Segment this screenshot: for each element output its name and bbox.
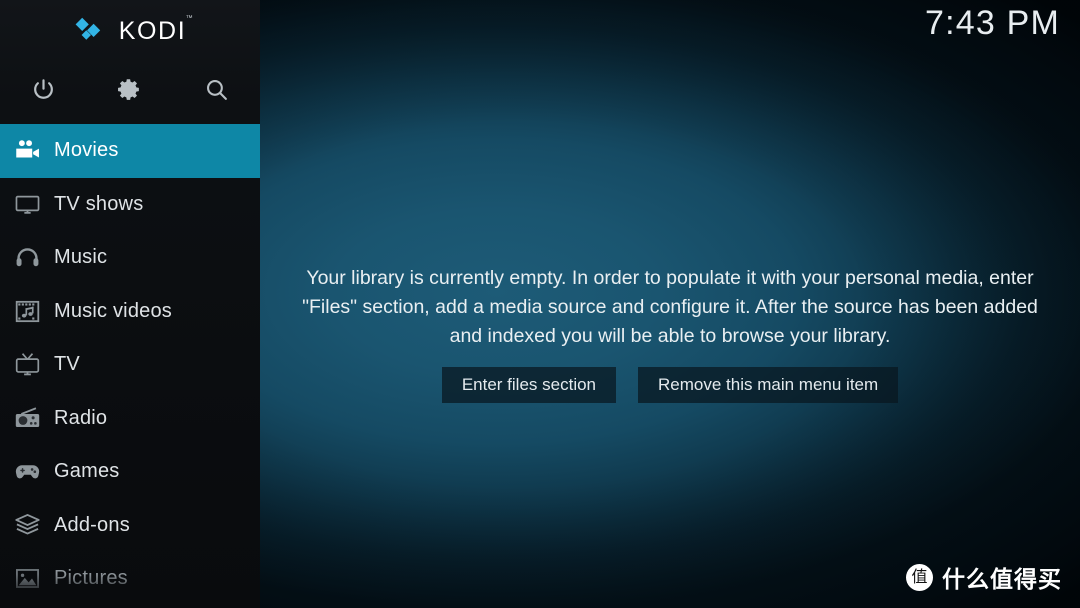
sidebar-item-pictures[interactable]: Pictures <box>0 552 260 606</box>
watermark-text: 什么值得买 <box>942 567 1062 593</box>
empty-library-message: Your library is currently empty. In orde… <box>302 267 1038 347</box>
radio-icon <box>0 405 54 432</box>
search-icon <box>204 77 229 102</box>
sidebar: KODI ™ Movies TV shows Music Music video… <box>0 0 260 608</box>
sidebar-item-radio[interactable]: Radio <box>0 392 260 446</box>
retro-tv-icon <box>0 351 54 378</box>
addons-box-icon <box>0 512 54 539</box>
enter-files-section-button[interactable]: Enter files section <box>441 367 617 403</box>
kodi-logo: KODI ™ <box>0 0 260 58</box>
sidebar-item-label: Games <box>54 460 120 483</box>
sidebar-toolbar <box>0 58 260 120</box>
kodi-diamond-logo-icon <box>74 16 108 46</box>
watermark: 值 什么值得买 <box>906 560 1062 594</box>
kodi-wordmark: KODI ™ <box>118 15 193 46</box>
gamepad-icon <box>0 458 54 485</box>
main-content: Your library is currently empty. In orde… <box>260 0 1080 608</box>
sidebar-item-label: Music <box>54 246 108 269</box>
picture-icon <box>0 565 54 592</box>
sidebar-item-label: Movies <box>54 139 119 162</box>
sidebar-item-label: Radio <box>54 406 108 429</box>
sidebar-item-games[interactable]: Games <box>0 445 260 499</box>
search-button[interactable] <box>173 58 260 120</box>
settings-button[interactable] <box>87 58 174 120</box>
headphones-icon <box>0 244 54 271</box>
sidebar-item-movies[interactable]: Movies <box>0 124 260 178</box>
clock: 7:43 PM <box>924 4 1060 42</box>
sidebar-item-label: Music videos <box>54 299 172 322</box>
sidebar-item-music[interactable]: Music <box>0 231 260 285</box>
sidebar-item-tv-shows[interactable]: TV shows <box>0 178 260 232</box>
sidebar-item-music-videos[interactable]: Music videos <box>0 285 260 339</box>
tv-monitor-icon <box>0 191 54 218</box>
movie-camera-icon <box>0 137 54 164</box>
power-icon <box>31 77 56 102</box>
action-button-row: Enter files section Remove this main men… <box>441 367 899 403</box>
film-music-icon <box>0 298 54 325</box>
sidebar-item-tv[interactable]: TV <box>0 338 260 392</box>
sidebar-item-label: Pictures <box>54 567 128 590</box>
gear-icon <box>117 77 142 102</box>
main-menu: Movies TV shows Music Music videos TV Ra… <box>0 124 260 606</box>
sidebar-item-label: TV shows <box>54 192 144 215</box>
sidebar-item-label: Add-ons <box>54 513 130 536</box>
watermark-badge-icon: 值 <box>906 563 933 591</box>
sidebar-item-label: TV <box>54 353 80 376</box>
remove-main-menu-item-button[interactable]: Remove this main menu item <box>638 367 899 403</box>
kodi-wordmark-text: KODI <box>118 16 187 45</box>
sidebar-item-add-ons[interactable]: Add-ons <box>0 499 260 553</box>
trademark-mark: ™ <box>185 14 195 22</box>
power-button[interactable] <box>0 58 87 120</box>
kodi-home-screen: 7:43 PM Your library is currently empty.… <box>0 0 1080 608</box>
